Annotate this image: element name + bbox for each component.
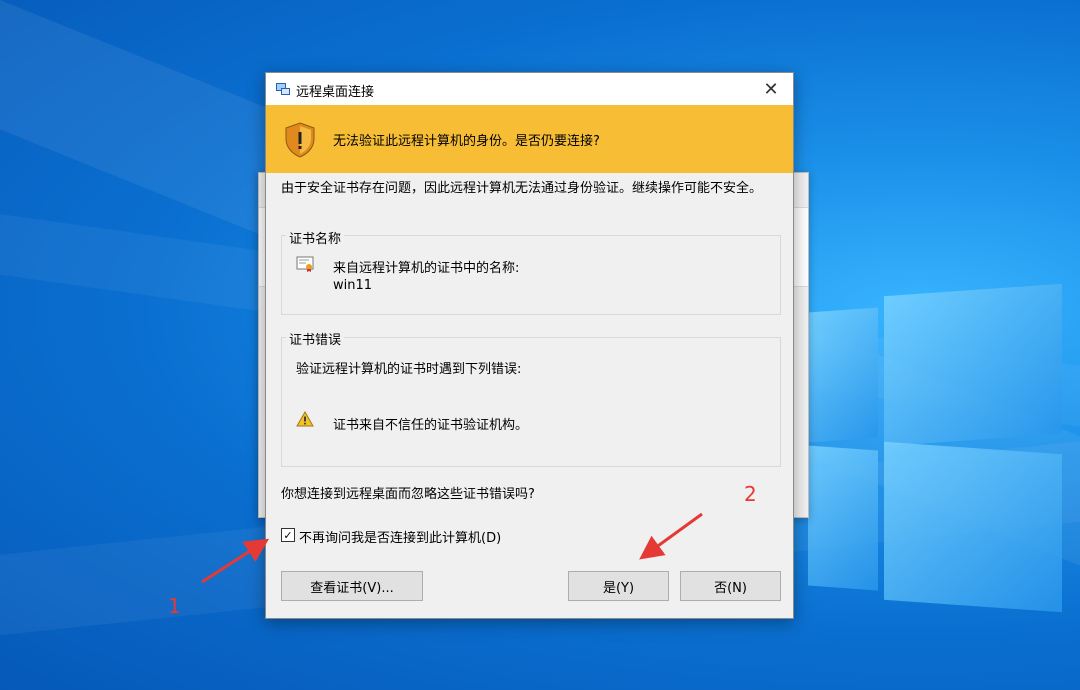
cert-name-group-label: 证书名称 — [286, 228, 345, 247]
windows-logo-pane — [808, 445, 878, 591]
check-mark-icon: ✓ — [283, 528, 293, 542]
close-button[interactable]: ✕ — [749, 73, 793, 105]
dont-ask-label[interactable]: 不再询问我是否连接到此计算机(D) — [299, 527, 501, 546]
cert-name-value: win11 — [333, 278, 373, 293]
warning-icon — [296, 411, 314, 427]
question-text: 你想连接到远程桌面而忽略这些证书错误吗? — [281, 487, 535, 502]
windows-logo-pane — [884, 283, 1062, 447]
rdp-certificate-dialog: 远程桌面连接 ✕ 无法验证此远程计算机的身份。是否仍要连接? 由于安全证书存在问… — [265, 72, 794, 619]
banner-text: 无法验证此远程计算机的身份。是否仍要连接? — [333, 134, 600, 149]
description-text: 由于安全证书存在问题，因此远程计算机无法通过身份验证。继续操作可能不安全。 — [281, 181, 763, 196]
cert-error-group-label: 证书错误 — [286, 329, 345, 348]
cert-name-label: 来自远程计算机的证书中的名称: — [333, 261, 520, 276]
certificate-icon — [296, 256, 314, 272]
annotation-marker-2: 2 — [744, 482, 757, 506]
windows-logo-pane — [808, 307, 878, 443]
remote-desktop-icon — [276, 83, 290, 95]
windows-logo-pane — [884, 441, 1062, 613]
window-title: 远程桌面连接 — [296, 85, 375, 100]
view-certificate-button[interactable]: 查看证书(V)... — [281, 571, 423, 601]
dont-ask-checkbox[interactable]: ✓ — [281, 528, 295, 542]
warning-banner: 无法验证此远程计算机的身份。是否仍要连接? — [266, 105, 793, 173]
yes-button[interactable]: 是(Y) — [568, 571, 669, 601]
close-icon: ✕ — [763, 78, 779, 100]
no-button[interactable]: 否(N) — [680, 571, 781, 601]
title-bar[interactable]: 远程桌面连接 ✕ — [266, 73, 793, 105]
annotation-marker-1: 1 — [168, 594, 181, 618]
cert-error-item: 证书来自不信任的证书验证机构。 — [333, 418, 529, 433]
cert-error-group — [281, 337, 781, 467]
shield-warning-icon — [285, 122, 315, 158]
cert-error-intro: 验证远程计算机的证书时遇到下列错误: — [296, 362, 522, 377]
